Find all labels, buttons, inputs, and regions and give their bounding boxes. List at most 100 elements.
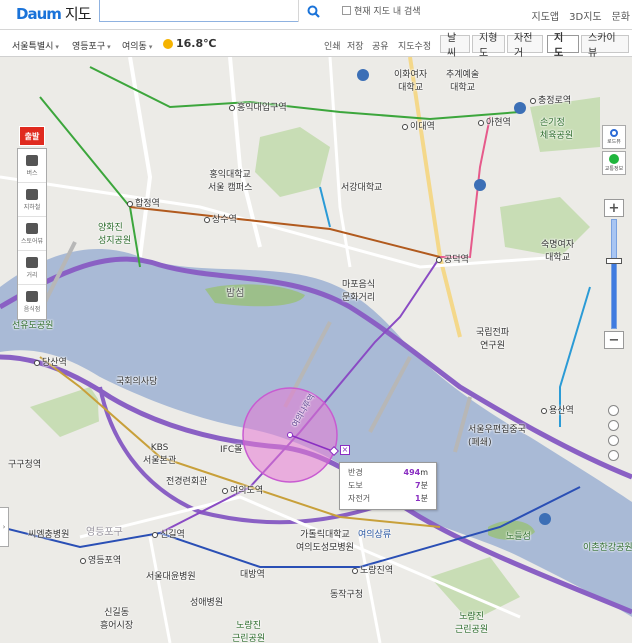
poi-label[interactable]: 밤섬 <box>226 284 244 299</box>
poi-label[interactable]: 노량진 근린공원 <box>232 618 265 643</box>
station-label[interactable]: 아현역 <box>478 115 511 128</box>
collapse-panel-button[interactable]: › <box>0 507 9 547</box>
maptype-bicycle[interactable]: 자전거 <box>507 33 543 59</box>
measure-key: 도보 <box>348 481 363 490</box>
maptype-map[interactable]: 지도 <box>547 33 579 59</box>
roadview-button[interactable]: 로드뷰 <box>602 125 626 149</box>
daum-logo[interactable]: Daum 지도 <box>16 3 91 24</box>
tool-bus[interactable]: 버스 <box>18 149 46 183</box>
station-label[interactable]: 용산역 <box>541 403 574 416</box>
measure-row-radius: 반경 494m <box>348 466 428 479</box>
zoom-in-button[interactable]: + <box>604 199 624 217</box>
poi-label[interactable]: 마포음식 문화거리 <box>342 277 375 303</box>
measure-close-button[interactable]: × <box>340 445 350 455</box>
tool-label: 음식점 <box>23 306 41 313</box>
tool-storeview[interactable]: 스토어뷰 <box>18 217 46 251</box>
sun-icon <box>163 38 173 49</box>
top-links: 지도앱 3D지도 문화 <box>532 8 630 23</box>
station-label[interactable]: 영등포역 <box>80 553 121 566</box>
area-icon[interactable] <box>608 435 619 446</box>
start-badge[interactable]: 출발 <box>19 126 45 146</box>
zoom-out-button[interactable]: − <box>604 331 624 349</box>
label-text: 합정역 <box>135 199 160 209</box>
save-button[interactable]: 저장 <box>347 39 364 52</box>
zoom-slider[interactable] <box>606 219 622 329</box>
toolbar: 서울특별시 ▾ 영등포구 ▾ 여의동 ▾ 16.8℃ 인쇄 저장 공유 지도수정 날씨… <box>0 31 632 59</box>
link-mapapp[interactable]: 지도앱 <box>532 8 560 23</box>
station-label[interactable]: 공덕역 <box>436 252 469 265</box>
bus-icon <box>26 154 38 166</box>
district-label: 영등포구 <box>72 42 106 52</box>
tool-label: 지하철 <box>23 203 41 211</box>
station-label[interactable]: 합정역 <box>127 196 160 209</box>
station-label[interactable]: 이대역 <box>402 119 435 132</box>
poi-label[interactable]: KBS 서울본관 <box>143 443 176 466</box>
maptype-skyview[interactable]: 스카이뷰 <box>581 33 629 59</box>
region-label: 서울특별시 <box>12 42 54 52</box>
link-3dmap[interactable]: 3D지도 <box>569 8 601 23</box>
station-dot-icon <box>436 256 442 263</box>
poi-label[interactable]: 가톨릭대학교 여의도성모병원 <box>296 527 354 553</box>
poi-label[interactable]: 성애병원 <box>190 595 223 608</box>
tool-distance[interactable]: 거리 <box>18 251 46 285</box>
poi-label[interactable]: 전경련회관 <box>166 474 207 487</box>
poi-label[interactable]: 이화여자 대학교 <box>394 67 427 93</box>
map-canvas[interactable]: 홍익대입구역 홍익대학교 서울 캠퍼스 서강대학교 이화여자 대학교 추계예술 … <box>0 57 632 643</box>
poi-label[interactable]: 서강대학교 <box>341 180 382 193</box>
district-select[interactable]: 영등포구 ▾ <box>72 39 111 52</box>
edit-map-button[interactable]: 지도수정 <box>398 39 431 52</box>
maptype-terrain[interactable]: 지형도 <box>472 33 505 59</box>
search-input[interactable] <box>99 0 327 22</box>
poi-label[interactable]: 이촌한강공원 <box>583 540 632 553</box>
station-label[interactable]: 상수역 <box>204 212 237 225</box>
traffic-button[interactable]: 교통정보 <box>602 151 626 175</box>
station-label[interactable]: 홍익대입구역 <box>229 100 287 113</box>
poi-label[interactable]: 홍익대학교 서울 캠퍼스 <box>208 167 252 193</box>
logo-brand: Daum <box>16 5 62 23</box>
station-label[interactable]: 충정로역 <box>530 93 571 106</box>
station-label[interactable]: 구구청역 <box>8 457 41 470</box>
poi-label[interactable]: 노량진 근린공원 <box>455 609 488 635</box>
poi-label[interactable]: 여의상류 <box>358 527 391 540</box>
tool-restaurant[interactable]: 음식점 <box>18 285 46 319</box>
poi-label[interactable]: IFC몰 <box>220 442 242 455</box>
weather[interactable]: 16.8℃ <box>163 37 216 50</box>
dong-select[interactable]: 여의동 ▾ <box>122 39 152 52</box>
reset-icon[interactable] <box>608 450 619 461</box>
label-text: 여의도역 <box>230 486 264 496</box>
tool-label: 스토어뷰 <box>20 237 44 245</box>
station-label[interactable]: 노량진역 <box>352 563 393 576</box>
print-button[interactable]: 인쇄 <box>324 39 341 52</box>
measure-row-walk: 도보 7분 <box>348 479 428 492</box>
poi-label[interactable]: 씨엠충병원 <box>28 527 69 540</box>
poi-label[interactable]: 신길동 흥어시장 <box>100 605 133 631</box>
tool-subway[interactable]: 지하철 <box>18 183 46 217</box>
chevron-down-icon: ▾ <box>148 43 153 51</box>
poi-label[interactable]: 국회의사당 <box>116 374 157 387</box>
station-label[interactable]: 대방역 <box>240 567 265 580</box>
poi-label[interactable]: 손기정 체육공원 <box>540 115 573 141</box>
station-label[interactable]: 당산역 <box>34 355 67 368</box>
map-search-checkbox[interactable]: 현재 지도 내 검색 <box>342 4 421 17</box>
poi-label[interactable]: 서울우편집중국 (폐쇄) <box>468 422 526 448</box>
roadview-toggle-icon[interactable] <box>608 405 619 416</box>
poi-label[interactable]: 서울대윤병원 <box>146 569 196 582</box>
poi-label[interactable]: 추계예술 대학교 <box>446 67 479 93</box>
poi-label[interactable]: 동작구청 <box>330 587 363 600</box>
poi-label[interactable]: 숙명여자 대학교 <box>541 237 574 263</box>
share-button[interactable]: 공유 <box>372 39 389 52</box>
station-label[interactable]: 여의도역 <box>222 483 263 496</box>
search-icon <box>307 5 320 18</box>
search-button[interactable] <box>298 0 327 22</box>
poi-label[interactable]: 국립전파 연구원 <box>476 325 509 351</box>
poi-label[interactable]: 노들섬 <box>506 529 531 542</box>
measure-icon[interactable] <box>608 420 619 431</box>
label-text: 영등포역 <box>88 556 122 566</box>
station-label[interactable]: 신길역 <box>152 527 185 540</box>
poi-label[interactable]: 양화진 성지공원 <box>98 220 131 246</box>
zoom-slider-thumb[interactable] <box>606 258 622 265</box>
subway-icon <box>26 188 38 200</box>
maptype-weather[interactable]: 날씨 <box>440 33 470 59</box>
region-select[interactable]: 서울특별시 ▾ <box>12 39 59 52</box>
link-culture[interactable]: 문화 <box>612 8 630 23</box>
